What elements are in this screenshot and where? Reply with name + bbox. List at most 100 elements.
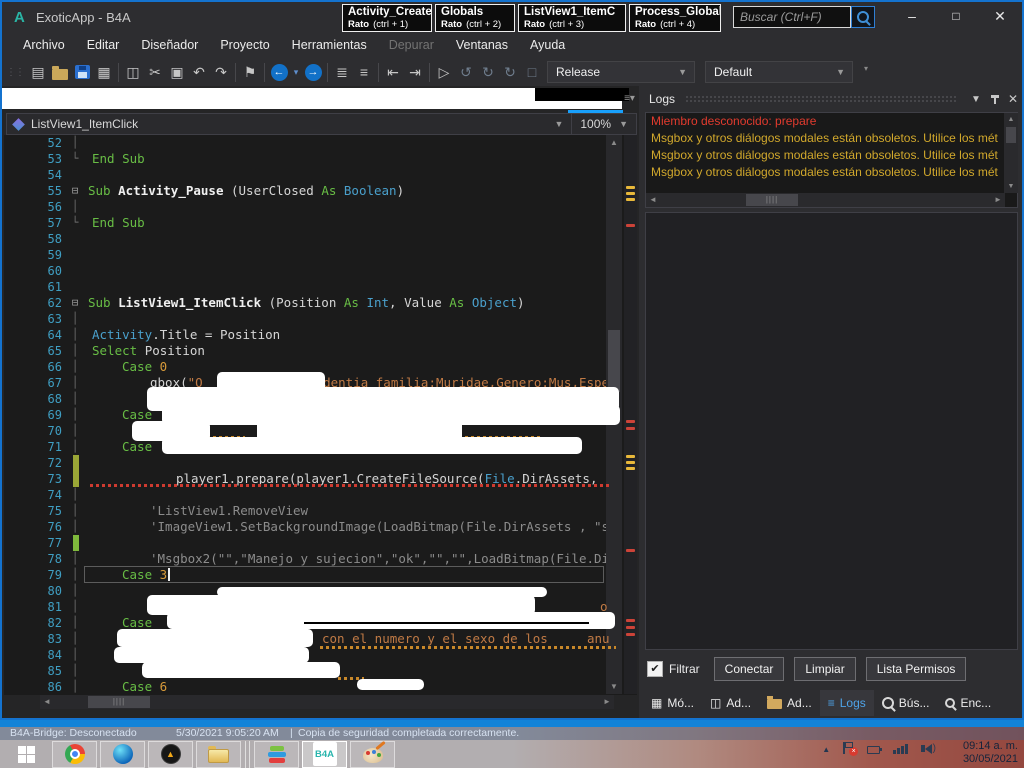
code-text[interactable]: Case 3 <box>82 567 606 583</box>
code-text[interactable]: 'Msgbox2("","Manejo y sujecion","ok","",… <box>82 551 606 567</box>
copy-icon[interactable]: ◫ <box>122 60 144 84</box>
menu-item-herramientas[interactable]: Herramientas <box>281 34 378 56</box>
log-warning-entry[interactable]: Msgbox y otros diálogos modales están ob… <box>646 164 998 181</box>
header-tab-activity_create[interactable]: Activity_Create Rato (ctrl + 1) <box>342 4 432 32</box>
indent-icon[interactable]: ⇥ <box>404 60 426 84</box>
code-line[interactable]: 75 │ 'ListView1.RemoveView <box>4 503 606 519</box>
code-line[interactable]: 78 │ 'Msgbox2("","Manejo y sujecion","ok",… <box>4 551 606 567</box>
connect-device-icon[interactable]: ↺ <box>455 60 477 84</box>
scroll-right-icon[interactable]: ► <box>600 695 614 709</box>
b4a-app[interactable]: B4A <box>302 740 347 768</box>
chrome-app[interactable] <box>52 740 97 768</box>
cut-icon[interactable]: ✂ <box>144 60 166 84</box>
bookmark-icon[interactable]: ⚑ <box>239 60 261 84</box>
open-project-icon[interactable] <box>49 60 71 84</box>
log-warning-entry[interactable]: Msgbox y otros diálogos modales están ob… <box>646 130 998 147</box>
code-line[interactable]: 60 <box>4 263 606 279</box>
code-text[interactable]: End Sub <box>82 215 606 231</box>
header-tab-globals[interactable]: Globals Rato (ctrl + 2) <box>435 4 515 32</box>
logs-panel-titlebar[interactable]: Logs ▼ ✕ <box>641 88 1022 110</box>
new-file-icon[interactable]: ▤ <box>27 60 49 84</box>
tab-overflow-icon[interactable]: ≡▾ <box>621 89 638 109</box>
close-button[interactable]: ✕ <box>978 2 1022 30</box>
scroll-down-icon[interactable]: ▼ <box>1004 180 1018 193</box>
scroll-down-icon[interactable]: ▼ <box>606 679 622 694</box>
horizontal-scroll-thumb[interactable]: |||| <box>88 696 150 708</box>
sub-selector-bar[interactable]: ListView1_ItemClick ▼ 100% ▼ <box>6 113 637 135</box>
panel-tab-enc[interactable]: Enc... <box>937 690 999 716</box>
code-text[interactable]: End Sub <box>82 151 606 167</box>
connect-button[interactable]: Conectar <box>713 657 785 681</box>
code-text[interactable]: 'ImageView1.SetBackgroundImage(LoadBitma… <box>82 519 606 535</box>
save-icon[interactable] <box>71 60 93 84</box>
code-text[interactable]: Sub Activity_Pause (UserClosed As Boolea… <box>82 183 606 199</box>
code-line[interactable]: 72│ <box>4 455 606 471</box>
undo-icon[interactable]: ↶ <box>188 60 210 84</box>
minimize-button[interactable]: – <box>890 2 934 30</box>
log-horizontal-scrollbar[interactable]: ◄ |||| ► <box>646 193 1005 207</box>
code-line[interactable]: 53 └ End Sub <box>4 151 606 167</box>
search-box[interactable] <box>733 6 851 28</box>
scroll-right-icon[interactable]: ► <box>991 193 1005 207</box>
log-error-entry[interactable]: Miembro desconocido: prepare <box>646 113 998 130</box>
code-line[interactable]: 76 │ 'ImageView1.SetBackgroundImage(LoadBi… <box>4 519 606 535</box>
compile-icon[interactable]: ↻ <box>477 60 499 84</box>
run-icon[interactable]: ▷ <box>433 60 455 84</box>
maximize-button[interactable]: □ <box>934 2 978 30</box>
menu-item-proyecto[interactable]: Proyecto <box>209 34 280 56</box>
editor-horizontal-scrollbar[interactable]: ◄ |||| ► <box>40 695 614 709</box>
code-line[interactable]: 86 │ Case 6 <box>4 679 606 695</box>
comment-icon[interactable]: ≣ <box>331 60 353 84</box>
header-tab-process_globals[interactable]: Process_Globals Rato (ctrl + 4) <box>629 4 721 32</box>
code-text[interactable] <box>82 455 606 471</box>
start-button[interactable] <box>4 741 49 768</box>
code-area[interactable]: 52 │ 53 └ End Sub 54 55 ⊟ Sub Activity_Pause (Us… <box>4 135 637 695</box>
horizontal-scroll-thumb[interactable]: |||| <box>746 194 798 206</box>
code-text[interactable] <box>82 311 606 327</box>
menu-item-archivo[interactable]: Archivo <box>12 34 76 56</box>
code-text[interactable] <box>82 135 606 151</box>
log-vertical-scrollbar[interactable]: ▲ ▼ <box>1004 113 1018 193</box>
code-text[interactable]: Sub ListView1_ItemClick (Position As Int… <box>82 295 606 311</box>
code-line[interactable]: 57 └ End Sub <box>4 215 606 231</box>
edge-app[interactable] <box>100 740 145 768</box>
vertical-scroll-thumb[interactable] <box>608 330 620 392</box>
paint-app[interactable] <box>350 740 395 768</box>
panel-tab-ad[interactable]: Ad... <box>759 690 820 716</box>
profile-select[interactable]: Default ▼ <box>705 61 853 83</box>
code-text[interactable]: Select Position <box>82 343 606 359</box>
uncomment-icon[interactable]: ≡ <box>353 60 375 84</box>
scroll-up-icon[interactable]: ▲ <box>1004 113 1018 126</box>
panel-close-icon[interactable]: ✕ <box>1004 92 1022 106</box>
toolbar-grip[interactable]: ⋮⋮ <box>6 67 25 78</box>
filter-checkbox[interactable]: ✔ <box>647 661 663 677</box>
code-line[interactable]: 79 │ Case 3 <box>4 567 606 583</box>
code-text[interactable]: 'ListView1.RemoveView <box>82 503 606 519</box>
code-text[interactable] <box>82 231 606 247</box>
panel-tab-logs[interactable]: ≡ Logs <box>819 690 874 716</box>
header-tab-listview1_itemc[interactable]: ListView1_ItemC Rato (ctrl + 3) <box>518 4 626 32</box>
back-history-caret-icon[interactable]: ▾ <box>290 60 302 84</box>
build-configuration-select[interactable]: Release ▼ <box>547 61 695 83</box>
code-line[interactable]: 74 │ <box>4 487 606 503</box>
editor-zoom-select[interactable]: 100% ▼ <box>571 114 636 134</box>
code-line[interactable]: 64 │ Activity.Title = Position <box>4 327 606 343</box>
stop-icon[interactable]: □ <box>521 60 543 84</box>
paste-icon[interactable]: ▣ <box>166 60 188 84</box>
code-text[interactable] <box>82 167 606 183</box>
log-warning-entry[interactable]: Msgbox y otros diálogos modales están ob… <box>646 147 998 164</box>
scroll-left-icon[interactable]: ◄ <box>646 193 660 207</box>
code-line[interactable]: 63 │ <box>4 311 606 327</box>
fold-collapse-icon[interactable]: ⊟ <box>68 295 82 311</box>
network-signal-icon[interactable] <box>893 744 908 754</box>
tray-expand-icon[interactable]: ▲ <box>822 745 830 754</box>
taskbar-clock[interactable]: 09:14 a. m. 30/05/2021 <box>963 740 1018 766</box>
code-text[interactable] <box>82 535 606 551</box>
code-line[interactable]: 59 <box>4 247 606 263</box>
scroll-up-icon[interactable]: ▲ <box>606 135 622 150</box>
code-text[interactable] <box>82 263 606 279</box>
panel-tab-ad[interactable]: ◫ Ad... <box>702 690 759 716</box>
code-text[interactable] <box>82 487 606 503</box>
code-text[interactable] <box>82 199 606 215</box>
scroll-left-icon[interactable]: ◄ <box>40 695 54 709</box>
